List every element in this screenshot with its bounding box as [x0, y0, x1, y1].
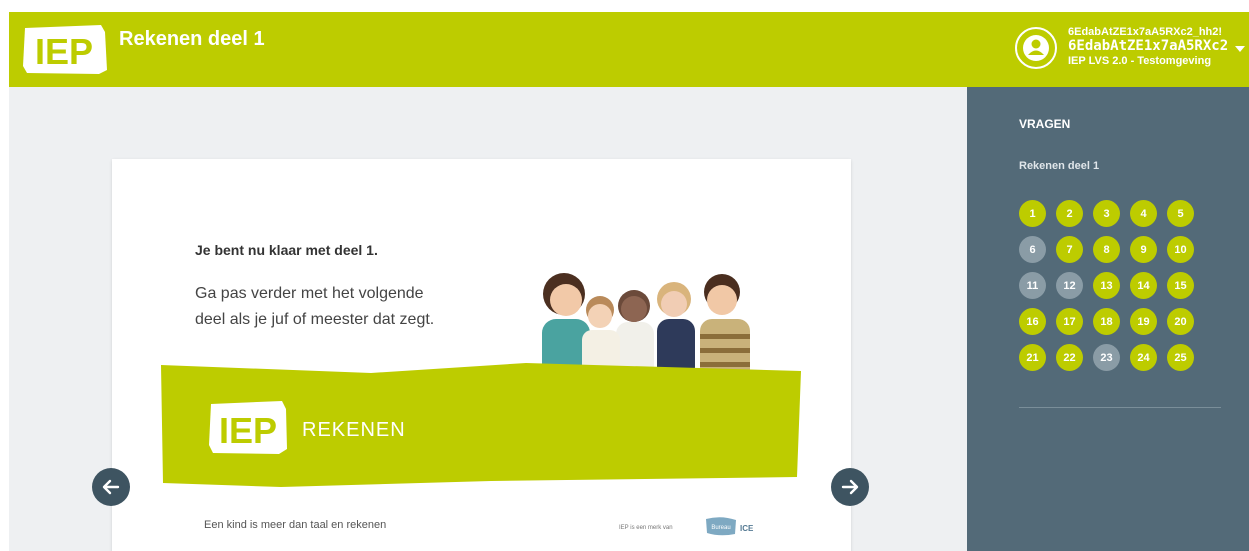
question-25-button[interactable]: 25	[1167, 344, 1194, 371]
question-13-button[interactable]: 13	[1093, 272, 1120, 299]
question-17-button[interactable]: 17	[1056, 308, 1083, 335]
previous-button[interactable]	[92, 468, 130, 506]
question-10-button[interactable]: 10	[1167, 236, 1194, 263]
next-button[interactable]	[831, 468, 869, 506]
question-12-button[interactable]: 12	[1056, 272, 1083, 299]
question-5-button[interactable]: 5	[1167, 200, 1194, 227]
iep-logo[interactable]: IEP	[21, 22, 109, 77]
footer-ice-label: ICE	[740, 524, 754, 533]
main-content: Je bent nu klaar met deel 1. Ga pas verd…	[9, 87, 967, 551]
bureau-ice-logo: Bureau	[706, 517, 736, 536]
question-9-button[interactable]: 9	[1130, 236, 1157, 263]
arrow-right-icon	[841, 479, 859, 495]
question-18-button[interactable]: 18	[1093, 308, 1120, 335]
questions-sidebar: VRAGEN Rekenen deel 1 1 2 3 4 5 6 7 8 9 10 11 12 13 1…	[967, 87, 1249, 551]
card-heading: Je bent nu klaar met deel 1.	[195, 242, 378, 258]
user-name[interactable]: 6EdabAtZE1x7aA5RXc2	[1068, 38, 1230, 54]
question-20-button[interactable]: 20	[1167, 308, 1194, 335]
user-icon[interactable]	[1015, 27, 1057, 69]
card-text-line-1: Ga pas verder met het volgende	[195, 285, 424, 302]
caret-down-icon[interactable]	[1235, 46, 1245, 52]
logo-text: IEP	[35, 31, 93, 72]
sidebar-title: VRAGEN	[1019, 117, 1071, 131]
question-4-button[interactable]: 4	[1130, 200, 1157, 227]
question-15-button[interactable]: 15	[1167, 272, 1194, 299]
footer-brand-note: IEP is een merk van	[619, 525, 673, 531]
question-1-button[interactable]: 1	[1019, 200, 1046, 227]
info-card: Je bent nu klaar met deel 1. Ga pas verd…	[112, 159, 851, 551]
question-14-button[interactable]: 14	[1130, 272, 1157, 299]
question-11-button[interactable]: 11	[1019, 272, 1046, 299]
top-bar: IEP Rekenen deel 1 6EdabAtZE1x7aA5RXc2_h…	[9, 12, 1249, 87]
question-19-button[interactable]: 19	[1130, 308, 1157, 335]
question-6-button[interactable]: 6	[1019, 236, 1046, 263]
question-22-button[interactable]: 22	[1056, 344, 1083, 371]
section-title: Rekenen deel 1	[1019, 160, 1100, 172]
question-23-button[interactable]: 23	[1093, 344, 1120, 371]
user-id[interactable]: 6EdabAtZE1x7aA5RXc2_hh2!	[1068, 26, 1230, 38]
divider	[1019, 407, 1221, 408]
footer-slogan: Een kind is meer dan taal en rekenen	[204, 519, 387, 531]
footer-badge-text: Bureau	[711, 525, 730, 531]
arrow-left-icon	[102, 479, 120, 495]
banner-label: REKENEN	[302, 419, 406, 441]
question-21-button[interactable]: 21	[1019, 344, 1046, 371]
card-text-line-2: deel als je juf of meester dat zegt.	[195, 311, 435, 328]
environment-label: IEP LVS 2.0 - Testomgeving	[1068, 55, 1212, 67]
question-8-button[interactable]: 8	[1093, 236, 1120, 263]
question-3-button[interactable]: 3	[1093, 200, 1120, 227]
page-title: Rekenen deel 1	[119, 28, 265, 50]
question-16-button[interactable]: 16	[1019, 308, 1046, 335]
question-24-button[interactable]: 24	[1130, 344, 1157, 371]
question-2-button[interactable]: 2	[1056, 200, 1083, 227]
banner-logo-text: IEP	[219, 410, 277, 451]
question-7-button[interactable]: 7	[1056, 236, 1083, 263]
banner-iep-logo: IEP	[209, 401, 287, 454]
